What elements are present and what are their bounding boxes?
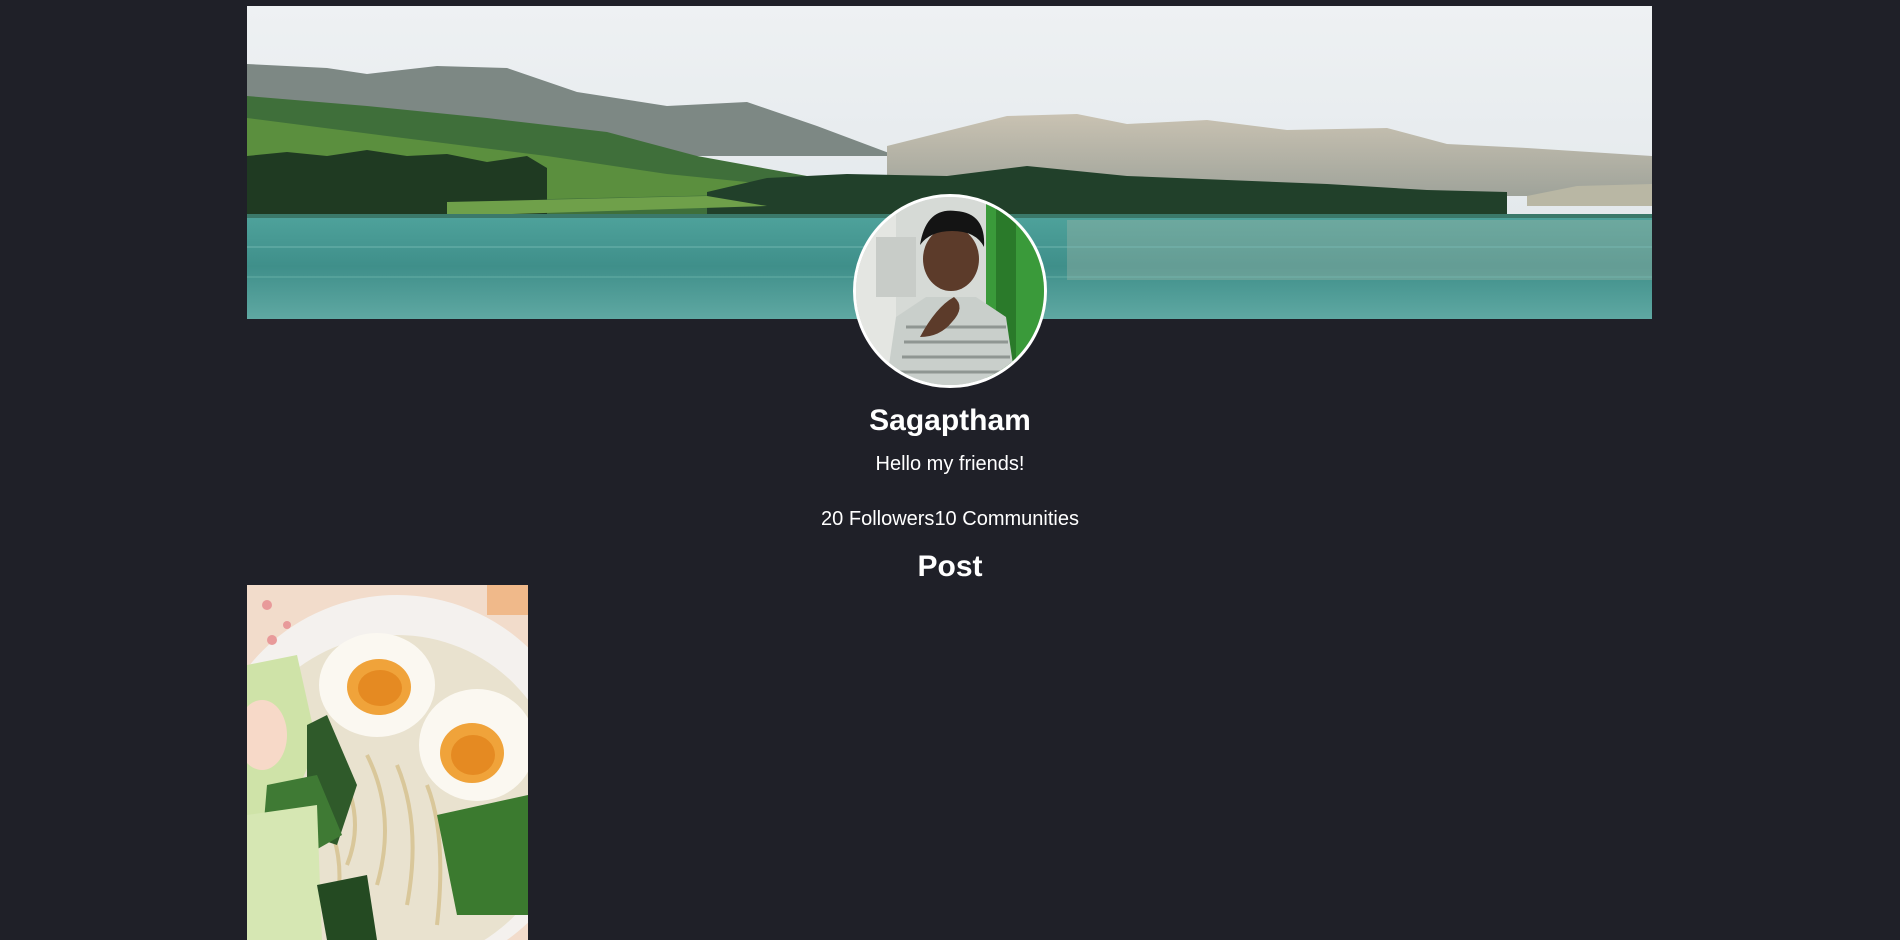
communities-count: 10 <box>934 508 957 530</box>
communities-label: Communities <box>962 508 1079 530</box>
followers-stat[interactable]: 20 Followers <box>821 508 934 530</box>
profile-bio: Hello my friends! <box>875 453 1025 475</box>
communities-stat[interactable]: 10 Communities <box>934 508 1079 530</box>
post-item[interactable] <box>247 585 528 940</box>
profile-page: Sagaptham Hello my friends! 20 Followers… <box>0 0 1900 940</box>
followers-label: Followers <box>848 508 935 530</box>
profile-name: Sagaptham <box>869 404 1031 437</box>
followers-count: 20 <box>821 508 844 530</box>
profile-avatar[interactable] <box>853 194 1047 388</box>
profile-stats: 20 Followers10 Communities <box>0 508 1900 531</box>
posts-section-title: Post <box>917 550 983 583</box>
